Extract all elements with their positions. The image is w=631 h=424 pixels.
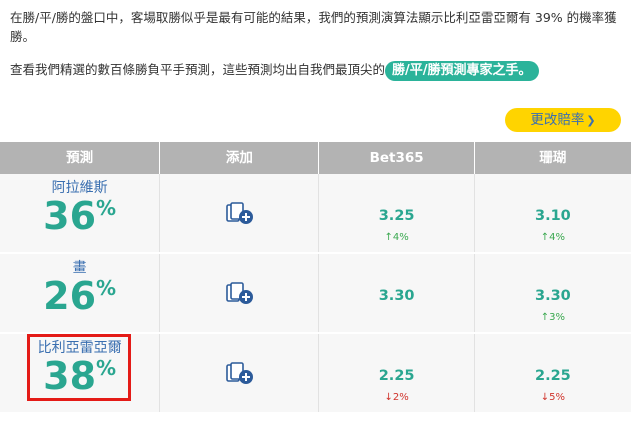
bet365-cell[interactable]: 3.30 [319,254,475,332]
odds-value: 3.25 [378,208,415,224]
prediction-cell: 阿拉維斯 36% [0,174,161,252]
change-odds-button[interactable]: 更改賠率 ❯ [505,108,621,132]
odds-change: ↓2% [384,392,409,403]
bet365-cell[interactable]: 3.25 ↑4% [319,174,475,252]
table-row: 阿拉維斯 36% 3.25 ↑4% 3.10 ↑4% [0,174,631,254]
table-row: 畫 26% 3.30 3.30 ↑3% [0,254,631,334]
add-cell [160,254,320,332]
intro-text-2: 查看我們精選的數百條勝負平手預測，這些預測均出自我們最頂尖的 勝/平/勝預測專家之… [10,60,622,81]
intro-text: 在勝/平/勝的盤口中，客場取勝似乎是最有可能的結果，我們的預測演算法顯示比利亞雷… [10,10,617,44]
odds-value: 3.30 [534,288,571,304]
odds-change: ↑3% [540,312,565,323]
probability: 36% [0,196,159,244]
add-to-betslip-icon[interactable] [225,282,255,306]
probability: 26% [0,276,159,324]
team-name: 阿拉維斯 [51,180,108,196]
probability-value: 36 [43,194,97,238]
odds-value: 2.25 [534,368,571,384]
chevron-down-icon: ❯ [586,114,596,127]
highlight-box [27,334,131,401]
experts-pill-link[interactable]: 勝/平/勝預測專家之手。 [385,61,539,81]
add-cell [160,334,320,412]
change-odds-label: 更改賠率 [530,112,585,128]
table-header: 預測 添加 Bet365 珊瑚 [0,142,631,174]
odds-change: ↓5% [540,392,565,403]
header-prediction: 預測 [0,142,161,174]
intro-text-2-prefix: 查看我們精選的數百條勝負平手預測，這些預測均出自我們最頂尖的 [10,62,386,77]
team-name: 畫 [72,260,87,276]
odds-value: 3.30 [378,288,415,304]
odds-change: ↑4% [384,232,409,243]
odds-change [319,304,473,312]
odds-value: 3.10 [534,208,571,224]
add-cell [160,174,320,252]
coral-cell[interactable]: 3.10 ↑4% [475,174,631,252]
header-add: 添加 [160,142,320,174]
bet365-cell[interactable]: 2.25 ↓2% [319,334,475,412]
header-coral: 珊瑚 [539,150,567,166]
odds-change: ↑4% [540,232,565,243]
add-to-betslip-icon[interactable] [225,202,255,226]
odds-value: 2.25 [378,368,415,384]
coral-cell[interactable]: 2.25 ↓5% [475,334,631,412]
probability-value: 26 [43,274,97,318]
percent-sign: % [96,196,117,220]
add-to-betslip-icon[interactable] [225,362,255,386]
prediction-cell: 畫 26% [0,254,161,332]
header-bet365: Bet365 [319,142,475,174]
percent-sign: % [96,276,117,300]
coral-cell[interactable]: 3.30 ↑3% [475,254,631,332]
